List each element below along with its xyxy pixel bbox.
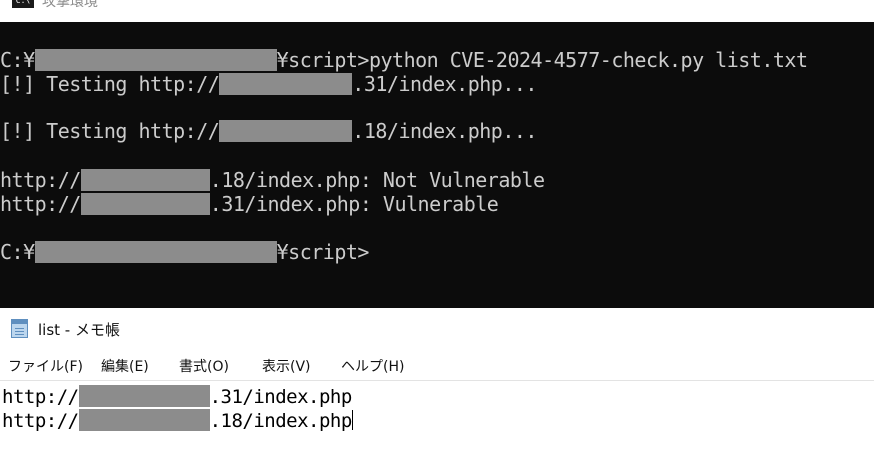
console-output[interactable]: C:¥ ¥script>python CVE-2024-4577-check.py…	[0, 22, 874, 308]
console-text: .31/index.php: Vulnerable	[209, 192, 499, 216]
console-text: ¥script>	[276, 240, 370, 264]
redacted-ip	[78, 409, 210, 431]
menu-format[interactable]: 書式(O)	[179, 358, 229, 376]
redacted-path	[34, 241, 277, 263]
redacted-ip	[219, 120, 353, 142]
console-window-title: 攻撃環境	[42, 0, 98, 10]
notepad-titlebar: list - メモ帳	[0, 308, 874, 352]
notepad-text: .18/index.php	[209, 410, 353, 432]
menu-edit[interactable]: 編集(E)	[101, 358, 149, 376]
notepad-icon	[11, 319, 28, 338]
console-text: .18/index.php: Not Vulnerable	[209, 168, 545, 192]
console-text: .18/index.php...	[352, 119, 537, 143]
console-text: [!] Testing http://	[0, 119, 220, 143]
text-caret	[351, 410, 353, 430]
redacted-ip	[80, 169, 210, 191]
console-line-command: C:¥ ¥script>python CVE-2024-4577-check.py…	[0, 48, 808, 72]
notepad-menubar: ファイル(F) 編集(E) 書式(O) 表示(V) ヘルプ(H)	[0, 352, 874, 380]
console-line-prompt: C:¥ ¥script>	[0, 240, 369, 264]
notepad-text: .31/index.php	[209, 386, 353, 408]
menu-help[interactable]: ヘルプ(H)	[341, 358, 404, 376]
notepad-text: http://	[2, 386, 79, 408]
redacted-ip	[219, 73, 353, 95]
notepad-line-2: http:// .18/index.php	[2, 409, 353, 432]
notepad-text-area[interactable]: http:// .31/index.php http:// .18/index.ph…	[0, 380, 874, 470]
console-line-result-18: http:// .18/index.php: Not Vulnerable	[0, 168, 545, 192]
console-text: [!] Testing http://	[0, 72, 220, 96]
notepad-window-title: list - メモ帳	[38, 321, 120, 339]
console-text: http://	[0, 192, 81, 216]
redacted-ip	[80, 193, 210, 215]
redacted-path	[34, 49, 277, 71]
console-line-result-31: http:// .31/index.php: Vulnerable	[0, 192, 499, 216]
console-text: http://	[0, 168, 81, 192]
console-line-testing-18: [!] Testing http:// .18/index.php...	[0, 119, 537, 143]
console-app-icon: C:\	[12, 0, 34, 8]
console-text: ¥script>python CVE-2024-4577-check.py li…	[276, 48, 808, 72]
console-text: .31/index.php...	[352, 72, 537, 96]
notepad-text: http://	[2, 410, 79, 432]
redacted-ip	[78, 385, 210, 407]
notepad-line-1: http:// .31/index.php	[2, 385, 353, 408]
console-line-testing-31: [!] Testing http:// .31/index.php...	[0, 72, 537, 96]
menu-file[interactable]: ファイル(F)	[8, 358, 83, 376]
console-text: C:¥	[0, 240, 35, 264]
console-text: C:¥	[0, 48, 35, 72]
console-titlebar: C:\ 攻撃環境	[0, 0, 874, 22]
menu-view[interactable]: 表示(V)	[262, 358, 311, 376]
